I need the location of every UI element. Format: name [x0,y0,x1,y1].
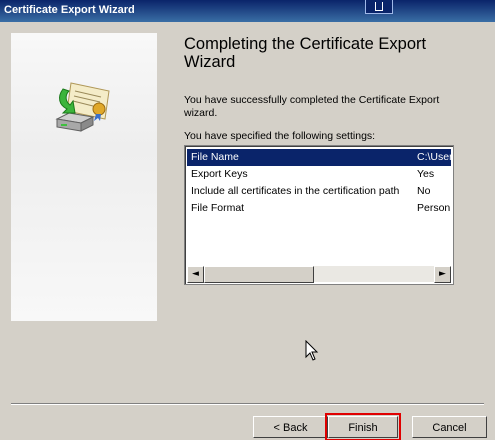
settings-list[interactable]: File Name C:\User Export Keys Yes Includ… [184,145,454,285]
title-bar: Certificate Export Wizard [0,0,495,22]
mouse-cursor-icon [305,340,319,361]
success-message: You have successfully completed the Cert… [184,94,440,119]
list-item[interactable]: File Format Person [187,200,451,217]
scrollbar-thumb[interactable] [204,266,314,283]
finish-button[interactable]: Finish [325,413,401,440]
back-button[interactable]: < Back [253,416,328,438]
setting-value: C:\User [417,151,451,163]
list-item[interactable]: Export Keys Yes [187,166,451,183]
title-bar-control-icon[interactable] [365,0,393,14]
scroll-right-icon[interactable]: ► [434,266,451,283]
divider [11,404,484,405]
setting-value: Person [417,202,451,214]
setting-name: File Format [191,202,245,214]
list-item[interactable]: Include all certificates in the certific… [187,183,451,200]
setting-name: File Name [191,151,239,163]
list-item[interactable]: File Name C:\User [187,149,451,166]
cancel-button[interactable]: Cancel [412,416,487,438]
setting-value: Yes [417,168,435,180]
wizard-banner-panel [11,33,157,321]
scroll-left-icon[interactable]: ◄ [187,266,204,283]
setting-name: Export Keys [191,168,248,180]
setting-value: No [417,185,431,197]
horizontal-scrollbar[interactable]: ◄ ► [187,266,451,283]
settings-intro-label: You have specified the following setting… [184,130,376,142]
page-title: Completing the Certificate Export Wizard [184,35,427,71]
window-title: Certificate Export Wizard [4,4,135,16]
setting-name: Include all certificates in the certific… [191,185,400,197]
certificate-export-icon [55,82,110,132]
